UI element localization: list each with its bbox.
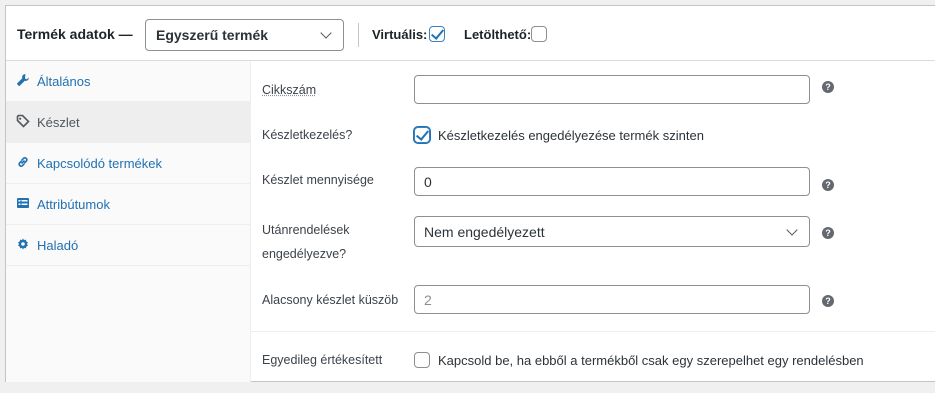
backorders-label-line2: engedélyezve?: [262, 247, 347, 261]
header-separator: [358, 23, 359, 47]
help-tip-icon[interactable]: ?: [822, 295, 834, 307]
wrench-icon: [16, 73, 30, 87]
tab-attributes[interactable]: Attribútumok: [6, 184, 251, 225]
sold-individually-checkbox[interactable]: [414, 352, 430, 368]
tab-label: Általános: [37, 74, 91, 89]
tab-label: Attribútumok: [37, 197, 110, 212]
list-icon: [16, 196, 30, 210]
chevron-down-icon: [786, 224, 798, 236]
backorders-label-line1: Utánrendelések: [262, 223, 350, 237]
virtual-label: Virtuális:: [372, 27, 428, 42]
low-stock-placeholder: 2: [424, 292, 432, 308]
manage-stock-text: Készletkezelés engedélyezése termék szin…: [438, 128, 704, 143]
backorders-select[interactable]: Nem engedélyezett: [414, 216, 810, 247]
manage-stock-label: Készletkezelés?: [262, 128, 353, 142]
product-data-panel: Termék adatok — Egyszerű termék Virtuáli…: [5, 5, 935, 382]
help-tip-icon[interactable]: ?: [822, 179, 834, 191]
manage-stock-checkbox[interactable]: [414, 127, 430, 143]
stock-quantity-input[interactable]: 0: [414, 167, 810, 196]
gear-icon: [16, 237, 30, 251]
panel-title: Termék adatok —: [17, 26, 133, 42]
downloadable-checkbox[interactable]: [531, 26, 547, 42]
sold-individually-label: Egyedileg értékesített: [262, 353, 383, 367]
product-data-header: Termék adatok — Egyszerű termék Virtuáli…: [6, 6, 935, 61]
inventory-panel: Cikkszám ? Készletkezelés? Készletkezelé…: [251, 61, 935, 382]
tab-general[interactable]: Általános: [6, 61, 251, 102]
help-tip-icon[interactable]: ?: [822, 81, 834, 93]
help-tip-icon[interactable]: ?: [822, 227, 834, 239]
tab-linked-products[interactable]: Kapcsolódó termékek: [6, 143, 251, 184]
backorders-value: Nem engedélyezett: [424, 224, 545, 240]
tab-label: Kapcsolódó termékek: [37, 156, 163, 171]
tab-label: Haladó: [37, 238, 79, 253]
section-divider: [251, 331, 935, 332]
sku-label: Cikkszám: [262, 83, 317, 97]
sold-individually-text: Kapcsold be, ha ebből a termékből csak e…: [438, 353, 864, 368]
tab-advanced[interactable]: Haladó: [6, 225, 251, 266]
product-type-value: Egyszerű termék: [156, 27, 269, 43]
link-icon: [16, 155, 30, 169]
sku-input[interactable]: [414, 75, 810, 104]
product-data-tabs: Általános Készlet Kapcsolódó termékek At…: [6, 61, 251, 382]
virtual-checkbox[interactable]: [429, 26, 445, 42]
stock-quantity-label: Készlet mennyisége: [262, 173, 374, 187]
tab-inventory[interactable]: Készlet: [6, 102, 251, 143]
stock-quantity-value: 0: [424, 174, 432, 190]
chevron-down-icon: [320, 27, 332, 39]
downloadable-label: Letölthető:: [464, 27, 532, 42]
product-type-select[interactable]: Egyszerű termék: [145, 19, 344, 51]
tag-icon: [16, 114, 30, 128]
low-stock-input[interactable]: 2: [414, 285, 810, 314]
tab-label: Készlet: [37, 115, 80, 130]
low-stock-label: Alacsony készlet küszöb: [262, 293, 399, 307]
